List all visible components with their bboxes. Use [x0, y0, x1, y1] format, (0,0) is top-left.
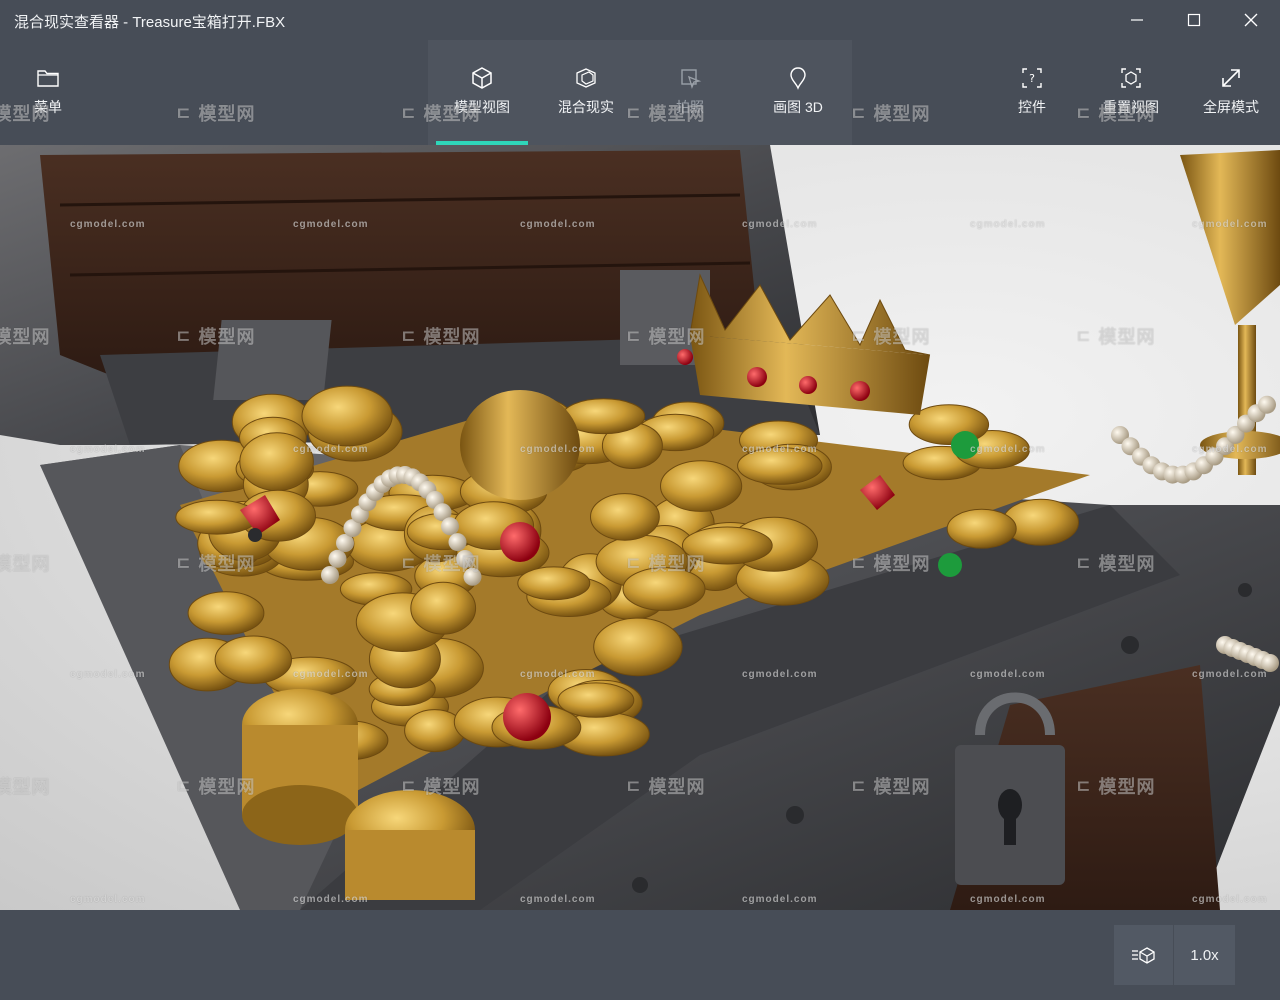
model-viewport[interactable]: [0, 145, 1280, 910]
bottom-bar: 1.0x: [0, 910, 1280, 1000]
svg-text:?: ?: [1029, 72, 1035, 85]
minimize-icon: [1131, 19, 1143, 21]
gold-coin: [239, 432, 314, 492]
fullscreen-label: 全屏模式: [1203, 99, 1259, 115]
pearl: [463, 567, 482, 586]
reset-view-label: 重置视图: [1103, 99, 1159, 115]
gold-coin: [946, 508, 1017, 549]
gold-coin: [301, 385, 393, 447]
controls-icon: ?: [1018, 64, 1046, 92]
gold-coin: [737, 447, 823, 485]
animation-speed-control: 1.0x: [1114, 925, 1235, 985]
view-mode-group: 模型视图 混合现实 拍照 画图 3D: [428, 40, 852, 145]
maximize-button[interactable]: [1166, 0, 1222, 40]
gold-coin: [590, 493, 660, 541]
gold-coin: [517, 566, 591, 601]
cube-icon: [468, 64, 496, 92]
speed-selector[interactable]: 1.0x: [1174, 925, 1235, 985]
close-icon: [1244, 13, 1258, 27]
menu-button[interactable]: 菜单: [18, 40, 78, 145]
gold-coin: [593, 617, 683, 677]
capture-icon: [676, 64, 704, 92]
gold-coin: [681, 526, 773, 565]
controls-label: 控件: [1018, 99, 1046, 115]
animation-toggle-button[interactable]: [1114, 925, 1174, 985]
tab-capture-label: 拍照: [676, 99, 704, 115]
reset-view-icon: [1117, 64, 1145, 92]
toolbar: 菜单 模型视图 混合现实 拍照 画图 3D ? 控件 重置视图 全屏模式: [0, 40, 1280, 145]
tab-model-view[interactable]: 模型视图: [432, 40, 532, 145]
gold-coin: [557, 682, 635, 718]
paint3d-icon: [784, 64, 812, 92]
pearl: [328, 549, 347, 568]
pearl: [456, 550, 474, 568]
fullscreen-button[interactable]: 全屏模式: [1196, 40, 1266, 145]
mixed-reality-icon: [572, 64, 600, 92]
fullscreen-icon: [1217, 64, 1245, 92]
minimize-button[interactable]: [1109, 0, 1165, 40]
tab-paint3d[interactable]: 画图 3D: [748, 40, 848, 145]
folder-icon: [34, 64, 62, 92]
treasure-chest-model: [0, 145, 1280, 910]
reset-view-button[interactable]: 重置视图: [1092, 40, 1170, 145]
pearl: [1258, 395, 1276, 414]
gold-coin: [187, 591, 265, 635]
controls-button[interactable]: ? 控件: [1002, 40, 1062, 145]
maximize-icon: [1187, 13, 1201, 27]
tab-paint3d-label: 画图 3D: [773, 99, 823, 115]
gold-coin: [622, 567, 706, 611]
tab-mixed-reality-label: 混合现实: [558, 99, 614, 115]
gold-coin: [410, 581, 477, 635]
close-button[interactable]: [1223, 0, 1279, 40]
tab-capture[interactable]: 拍照: [640, 40, 740, 145]
menu-label: 菜单: [34, 99, 62, 115]
pearl: [441, 517, 459, 536]
tab-model-view-label: 模型视图: [454, 99, 510, 115]
gold-coin: [214, 635, 293, 684]
tab-mixed-reality[interactable]: 混合现实: [536, 40, 636, 145]
pearl: [321, 566, 339, 584]
animation-list-icon: [1131, 947, 1155, 964]
pearl: [448, 533, 467, 552]
window-title: 混合现实查看器 - Treasure宝箱打开.FBX: [14, 14, 286, 31]
gold-coin: [660, 460, 743, 512]
title-bar: 混合现实查看器 - Treasure宝箱打开.FBX: [0, 0, 1280, 40]
pearl: [1261, 654, 1279, 672]
